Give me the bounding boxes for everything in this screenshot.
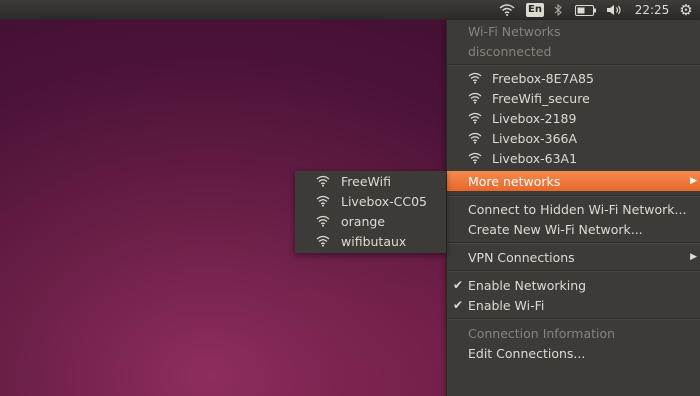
wifi-signal-icon: [468, 92, 482, 104]
keyboard-layout-indicator[interactable]: En: [524, 0, 546, 20]
network-item[interactable]: Livebox-CC05: [295, 191, 446, 211]
more-networks-submenu: FreeWifi Livebox-CC05 orange wifibutaux: [295, 171, 446, 253]
menu-separator: [447, 195, 700, 197]
wifi-status: disconnected: [468, 43, 552, 59]
clock[interactable]: 22:25: [633, 0, 671, 20]
connect-hidden-network-item[interactable]: Connect to Hidden Wi-Fi Network...: [447, 199, 700, 219]
wifi-signal-icon: [316, 175, 330, 187]
network-item[interactable]: orange: [295, 211, 446, 231]
chevron-right-icon: ▶: [690, 252, 697, 262]
battery-indicator[interactable]: [572, 0, 600, 20]
network-item[interactable]: Livebox-366A: [447, 128, 700, 148]
network-item[interactable]: FreeWifi: [295, 171, 446, 191]
network-item[interactable]: Freebox-8E7A85: [447, 68, 700, 88]
enable-wifi-item[interactable]: ✔ Enable Wi-Fi: [447, 295, 700, 315]
check-icon: ✔: [453, 278, 464, 292]
keyboard-layout-icon: En: [526, 3, 544, 17]
chevron-right-icon: ▶: [690, 176, 697, 186]
network-item[interactable]: FreeWifi_secure: [447, 88, 700, 108]
bluetooth-indicator[interactable]: [551, 0, 565, 20]
menu-separator: [447, 318, 700, 320]
enable-networking-item[interactable]: ✔ Enable Networking: [447, 275, 700, 295]
network-menu: Wi-Fi Networks disconnected Freebox-8E7A…: [446, 20, 700, 396]
wifi-signal-icon: [468, 132, 482, 144]
gear-icon[interactable]: ⚙: [676, 0, 696, 20]
wifi-icon: [499, 4, 515, 16]
wifi-signal-icon: [316, 235, 330, 247]
wifi-networks-header: Wi-Fi Networks: [468, 23, 561, 39]
bluetooth-icon: [554, 4, 562, 16]
more-networks-item[interactable]: More networks ▶: [447, 171, 700, 191]
network-item[interactable]: wifibutaux: [295, 231, 446, 251]
edit-connections-item[interactable]: Edit Connections...: [447, 343, 700, 363]
wifi-signal-icon: [468, 112, 482, 124]
network-item[interactable]: Livebox-2189: [447, 108, 700, 128]
network-item[interactable]: Livebox-63A1: [447, 148, 700, 168]
menu-separator: [447, 270, 700, 272]
wifi-signal-icon: [316, 215, 330, 227]
wifi-signal-icon: [316, 195, 330, 207]
connection-information-item: Connection Information: [468, 325, 616, 341]
vpn-connections-item[interactable]: VPN Connections ▶: [447, 247, 700, 267]
wifi-signal-icon: [468, 152, 482, 164]
volume-icon: [607, 5, 621, 15]
volume-indicator[interactable]: [604, 0, 626, 20]
wifi-signal-icon: [468, 72, 482, 84]
check-icon: ✔: [453, 298, 464, 312]
network-indicator[interactable]: [496, 0, 518, 20]
top-panel: En 22:25 ⚙: [0, 0, 700, 20]
create-new-network-item[interactable]: Create New Wi-Fi Network...: [447, 219, 700, 239]
menu-separator: [447, 64, 700, 66]
menu-separator: [447, 242, 700, 244]
battery-icon: [575, 4, 596, 16]
